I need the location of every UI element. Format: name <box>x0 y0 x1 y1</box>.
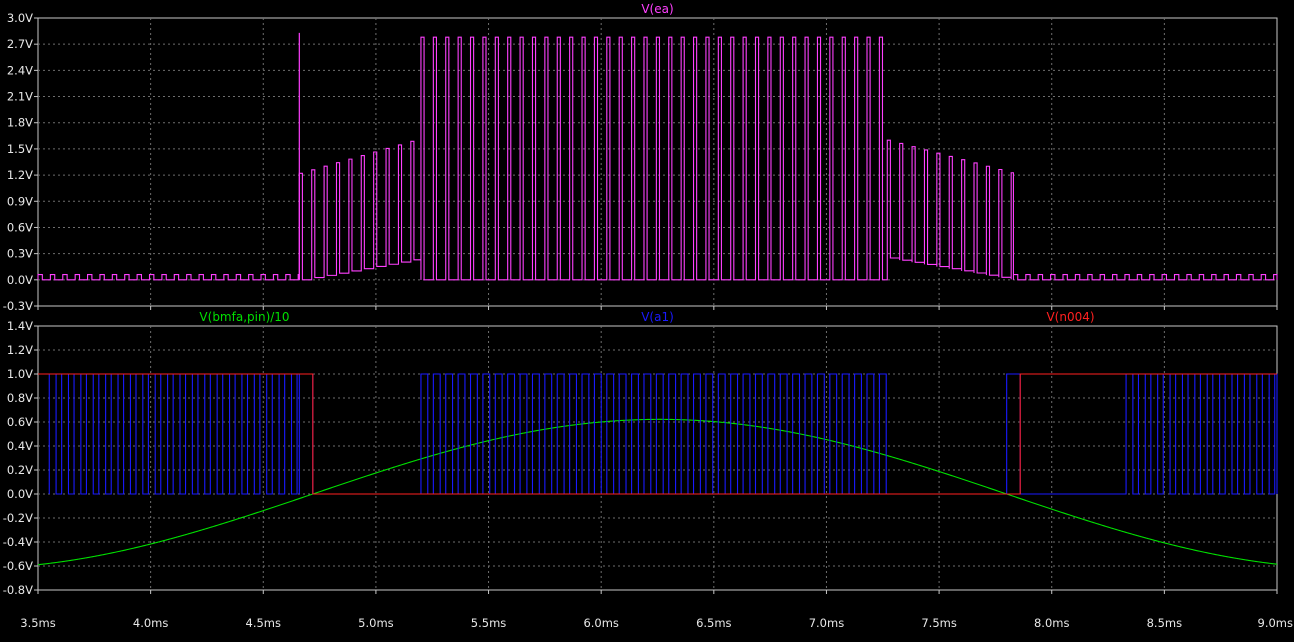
x-tick-label: 6.0ms <box>583 616 618 630</box>
y-tick-label: 0.0V <box>7 273 33 287</box>
y-tick-label: 1.5V <box>7 142 33 156</box>
x-tick-label: 3.5ms <box>20 616 55 630</box>
y-tick-label: 0.6V <box>7 415 33 429</box>
x-tick-label: 8.5ms <box>1147 616 1182 630</box>
y-tick-label: -0.2V <box>3 511 33 525</box>
y-tick-label: 0.2V <box>7 463 33 477</box>
y-tick-label: 1.2V <box>7 343 33 357</box>
series-v-a1- <box>48 373 1278 495</box>
x-tick-label: 7.0ms <box>809 616 844 630</box>
trace-label[interactable]: V(a1) <box>641 310 674 324</box>
y-tick-label: 3.0V <box>7 11 33 25</box>
trace-label[interactable]: V(n004) <box>1046 310 1094 324</box>
y-tick-label: 1.4V <box>7 319 33 333</box>
x-tick-label: 8.0ms <box>1034 616 1069 630</box>
waveform-viewer[interactable]: 3.0V 2.7V 2.4V 2.1V 1.8V 1.5V 1.2V 0.9V 0.6V 0.3V… <box>0 0 1294 642</box>
x-tick-label: 4.5ms <box>246 616 281 630</box>
y-tick-label: 0.3V <box>7 247 33 261</box>
pane-2: 1.4V 1.2V 1.0V 0.8V 0.6V 0.4V 0.2V 0.0V -0.2V -0.… <box>3 310 1293 630</box>
trace-label[interactable]: V(bmfa,pin)/10 <box>199 310 289 324</box>
y-tick-label: 2.7V <box>7 37 33 51</box>
x-tick-label: 5.5ms <box>471 616 506 630</box>
y-tick-label: 1.0V <box>7 367 33 381</box>
x-tick-label: 7.5ms <box>921 616 956 630</box>
y-tick-label: 0.6V <box>7 220 33 234</box>
pane-1: 3.0V 2.7V 2.4V 2.1V 1.8V 1.5V 1.2V 0.9V 0.6V 0.3V… <box>3 2 1278 313</box>
pane-frame <box>37 325 1278 591</box>
x-tick-label: 6.5ms <box>696 616 731 630</box>
y-tick-label: 2.4V <box>7 63 33 77</box>
y-tick-label: -0.3V <box>3 299 33 313</box>
x-tick-label: 9.0ms <box>1258 616 1293 630</box>
series-v-ea- <box>37 36 1278 281</box>
y-tick-label: -0.6V <box>3 559 33 573</box>
y-tick-label: 1.2V <box>7 168 33 182</box>
pane-frame <box>37 17 1278 307</box>
x-tick-label: 5.0ms <box>358 616 393 630</box>
y-tick-label: 0.0V <box>7 487 33 501</box>
y-tick-label: -0.8V <box>3 583 33 597</box>
y-tick-label: -0.4V <box>3 535 33 549</box>
y-tick-label: 0.8V <box>7 391 33 405</box>
x-tick-label: 4.0ms <box>133 616 168 630</box>
y-tick-label: 2.1V <box>7 90 33 104</box>
series-v-n004- <box>38 373 1277 495</box>
y-tick-label: 0.4V <box>7 439 33 453</box>
trace-label[interactable]: V(ea) <box>641 2 673 16</box>
series-v-bmfa-pin-10 <box>37 418 1278 566</box>
y-tick-label: 1.8V <box>7 116 33 130</box>
y-tick-label: 0.9V <box>7 194 33 208</box>
